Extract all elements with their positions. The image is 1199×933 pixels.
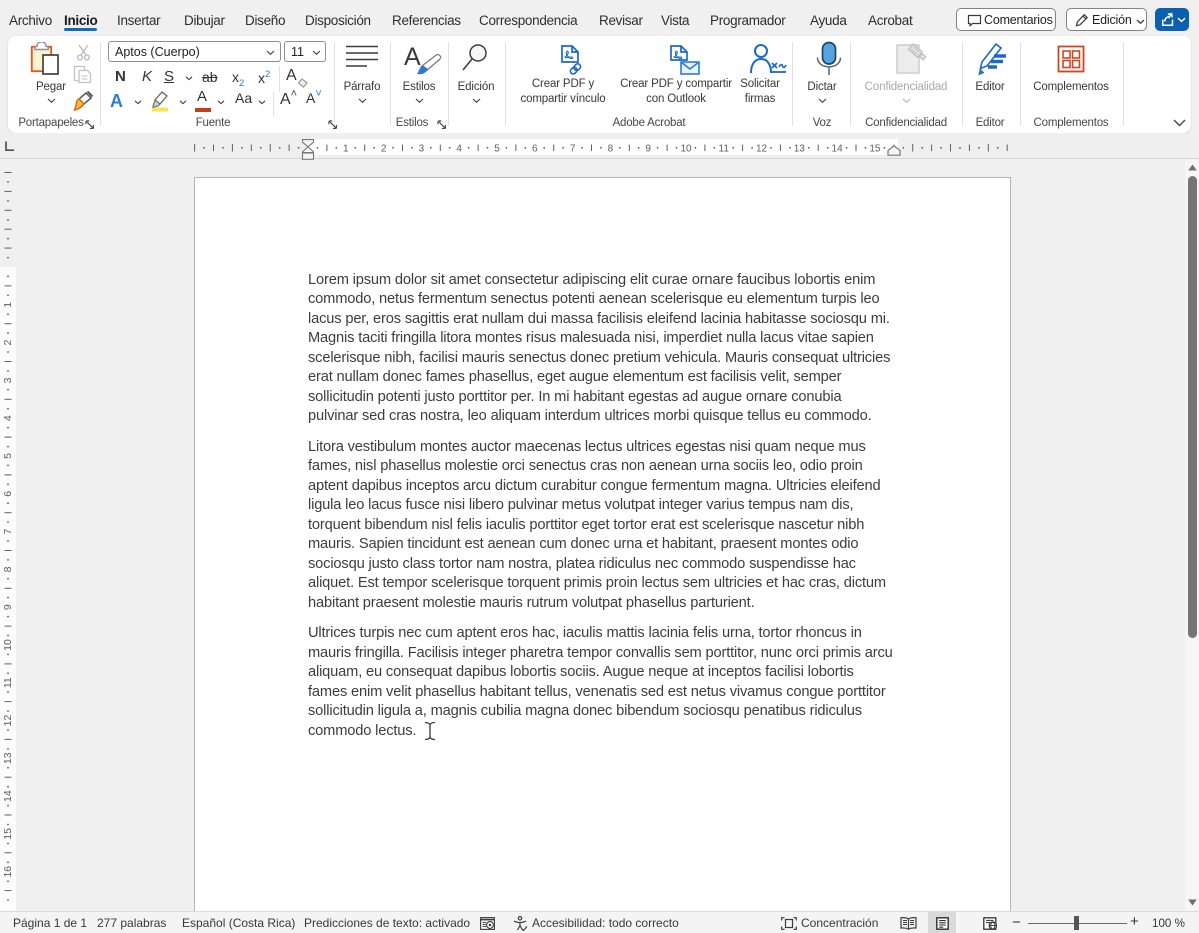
svg-text:9: 9 bbox=[2, 604, 14, 610]
svg-text:3: 3 bbox=[419, 144, 425, 155]
svg-text:4: 4 bbox=[456, 144, 462, 155]
svg-text:15: 15 bbox=[869, 144, 881, 155]
svg-text:5: 5 bbox=[2, 453, 14, 459]
svg-text:9: 9 bbox=[645, 144, 651, 155]
svg-text:14: 14 bbox=[2, 790, 14, 802]
svg-text:1: 1 bbox=[2, 302, 14, 308]
svg-text:3: 3 bbox=[2, 377, 14, 383]
svg-text:5: 5 bbox=[494, 144, 500, 155]
svg-text:4: 4 bbox=[2, 415, 14, 421]
svg-text:13: 13 bbox=[794, 144, 806, 155]
svg-text:6: 6 bbox=[2, 491, 14, 497]
svg-text:12: 12 bbox=[756, 144, 768, 155]
svg-text:1: 1 bbox=[343, 144, 349, 155]
svg-text:6: 6 bbox=[532, 144, 538, 155]
svg-text:14: 14 bbox=[832, 144, 844, 155]
svg-text:16: 16 bbox=[2, 866, 14, 878]
svg-text:12: 12 bbox=[2, 715, 14, 727]
svg-text:11: 11 bbox=[719, 144, 730, 155]
svg-text:10: 10 bbox=[680, 144, 692, 155]
svg-text:7: 7 bbox=[570, 144, 576, 155]
svg-text:8: 8 bbox=[608, 144, 614, 155]
svg-text:11: 11 bbox=[2, 677, 14, 688]
svg-text:10: 10 bbox=[2, 639, 14, 651]
svg-text:15: 15 bbox=[2, 828, 14, 840]
svg-text:2: 2 bbox=[2, 340, 14, 346]
svg-text:2: 2 bbox=[381, 144, 387, 155]
svg-text:8: 8 bbox=[2, 566, 14, 572]
svg-text:7: 7 bbox=[2, 529, 14, 535]
svg-text:13: 13 bbox=[2, 752, 14, 764]
